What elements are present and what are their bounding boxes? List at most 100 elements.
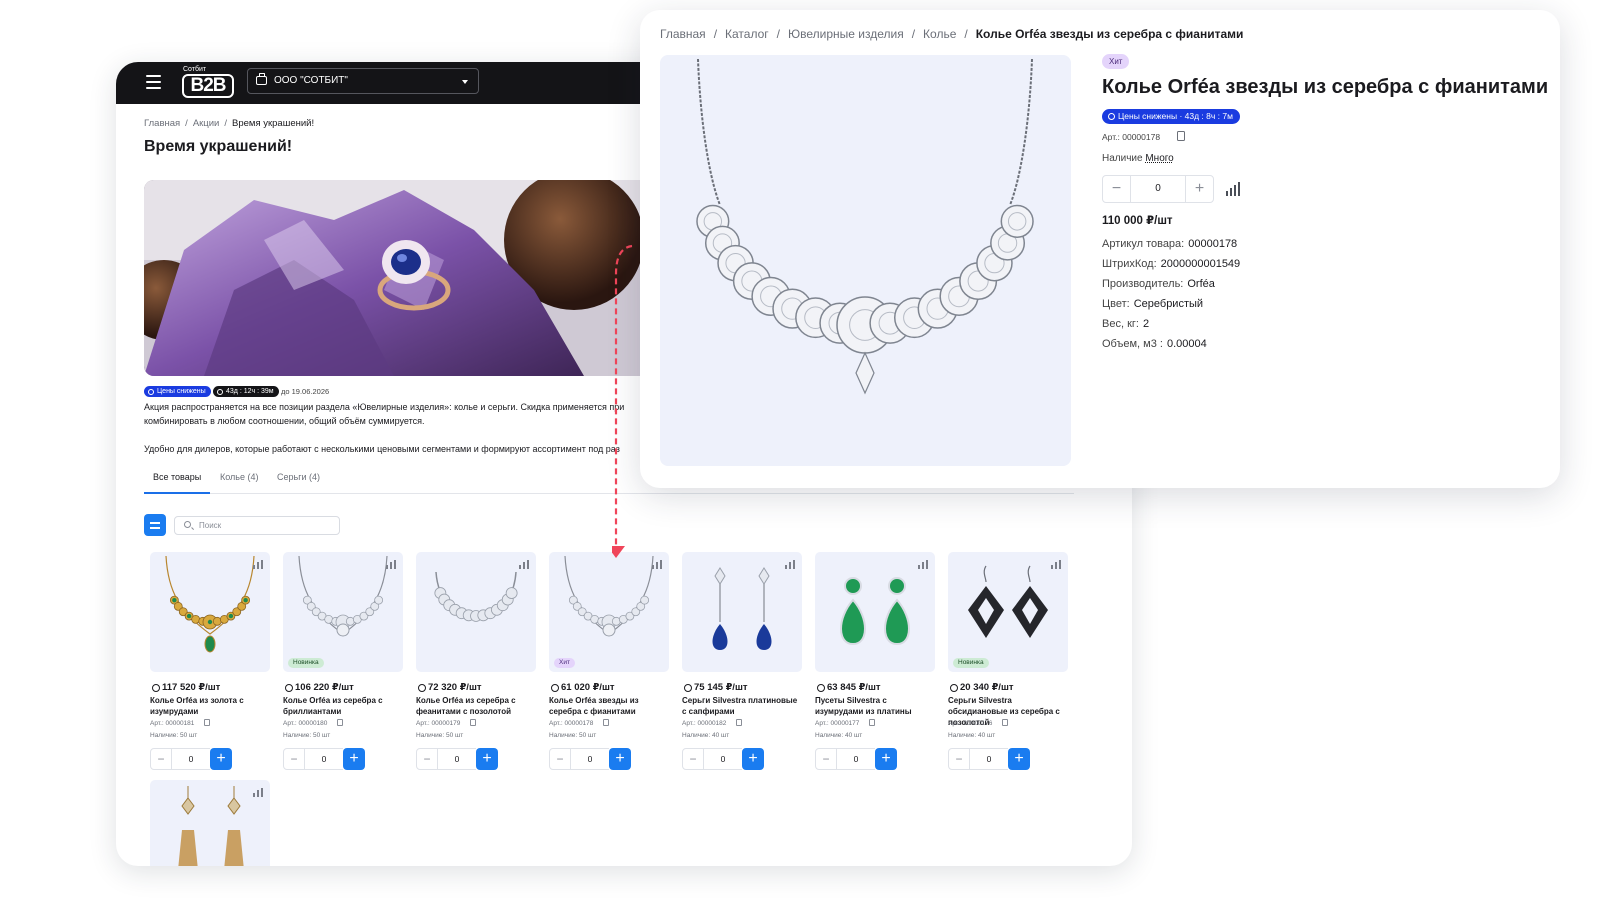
tab-earrings[interactable]: Серьги (4)	[277, 472, 320, 494]
product-stock: Наличие: 50 шт	[283, 732, 331, 739]
property-value: Серебристый	[1133, 298, 1204, 310]
plus-button[interactable]: +	[1008, 748, 1030, 770]
minus-button[interactable]: −	[283, 748, 305, 770]
product-image[interactable]: Новинка	[283, 552, 403, 672]
product-main-image[interactable]	[660, 55, 1071, 466]
product-article: Арт.: 00000181	[150, 720, 195, 727]
product-article: Арт.: 00000176	[948, 720, 993, 727]
quantity-stepper: − 0 +	[682, 748, 764, 770]
breadcrumb-link-jewelry[interactable]: Ювелирные изделия	[788, 27, 904, 41]
compare-icon[interactable]	[918, 560, 928, 569]
plus-button[interactable]: +	[343, 748, 365, 770]
product-card: 72 320 ₽/шт Колье Orféa из серебра с феа…	[416, 552, 536, 782]
breadcrumb-link-necklaces[interactable]: Колье	[923, 27, 956, 41]
promo-description: Акция распространяется на все позиции ра…	[144, 400, 644, 428]
minus-button[interactable]: −	[1102, 175, 1131, 203]
copy-icon[interactable]	[736, 719, 742, 726]
product-article: Арт.: 00000182	[682, 720, 727, 727]
product-image[interactable]	[815, 552, 935, 672]
tab-necklaces[interactable]: Колье (4)	[220, 472, 259, 494]
compare-icon[interactable]	[1051, 560, 1061, 569]
product-image[interactable]	[150, 780, 270, 866]
compare-icon[interactable]	[1226, 182, 1241, 196]
product-price: 72 320 ₽/шт	[416, 682, 482, 693]
quantity-input[interactable]: 0	[172, 748, 210, 770]
compare-icon[interactable]	[253, 788, 263, 797]
tab-all[interactable]: Все товары	[144, 472, 211, 494]
search-input[interactable]: Поиск	[174, 516, 340, 535]
copy-icon[interactable]	[869, 719, 875, 726]
property-value: 00000178	[1188, 238, 1238, 250]
plus-button[interactable]: +	[476, 748, 498, 770]
quantity-input[interactable]: 0	[837, 748, 875, 770]
breadcrumb-current: Время украшений!	[232, 118, 315, 129]
product-stock: Наличие: 50 шт	[150, 732, 198, 739]
stock-info: Наличие Много	[1102, 153, 1174, 164]
breadcrumb-link-home[interactable]: Главная	[660, 27, 706, 41]
product-card: 63 845 ₽/шт Пусеты Silvestra с изумрудам…	[815, 552, 935, 782]
copy-icon[interactable]	[470, 719, 476, 726]
company-select[interactable]: ООО "СОТБИТ"	[247, 68, 479, 94]
plus-button[interactable]: +	[609, 748, 631, 770]
filter-button[interactable]	[144, 514, 166, 536]
quantity-input[interactable]: 0	[438, 748, 476, 770]
copy-icon[interactable]	[603, 719, 609, 726]
plus-button[interactable]: +	[1185, 175, 1214, 203]
property-value: Orféa	[1187, 278, 1215, 290]
product-name[interactable]: Колье Orféa из золота с изумрудами	[150, 695, 270, 717]
copy-icon[interactable]	[337, 719, 343, 726]
quantity-input[interactable]: 0	[1131, 175, 1185, 203]
plus-button[interactable]: +	[742, 748, 764, 770]
copy-icon[interactable]	[1177, 131, 1185, 141]
minus-button[interactable]: −	[416, 748, 438, 770]
compare-icon[interactable]	[253, 560, 263, 569]
plus-button[interactable]: +	[210, 748, 232, 770]
product-stock: Наличие: 50 шт	[549, 732, 597, 739]
product-name[interactable]: Колье Orféa из серебра с феанитами с поз…	[416, 695, 536, 717]
copy-icon[interactable]	[1002, 719, 1008, 726]
product-image[interactable]: Новинка	[948, 552, 1068, 672]
product-property: Объем, м3 :0.00004	[1102, 338, 1207, 350]
product-name[interactable]: Колье Orféa из серебра с бриллиантами	[283, 695, 403, 717]
logo-big-text: B2B	[182, 74, 234, 98]
sale-badge: Цены снижены	[144, 386, 211, 397]
plus-button[interactable]: +	[875, 748, 897, 770]
quantity-stepper: − 0 +	[948, 748, 1030, 770]
timer-badge: 43д : 12ч : 39м	[213, 386, 279, 397]
quantity-input[interactable]: 0	[571, 748, 609, 770]
minus-button[interactable]: −	[682, 748, 704, 770]
compare-icon[interactable]	[652, 560, 662, 569]
compare-icon[interactable]	[785, 560, 795, 569]
product-name[interactable]: Колье Orféa звезды из серебра с фианитам…	[549, 695, 669, 717]
product-image[interactable]	[416, 552, 536, 672]
quantity-stepper: − 0 +	[283, 748, 365, 770]
minus-button[interactable]: −	[549, 748, 571, 770]
quantity-input[interactable]: 0	[305, 748, 343, 770]
logo[interactable]: Сотбит B2B	[182, 66, 236, 100]
quantity-input[interactable]: 0	[704, 748, 742, 770]
product-image[interactable]	[150, 552, 270, 672]
quantity-stepper: − 0 +	[1102, 175, 1214, 203]
breadcrumb-link-home[interactable]: Главная	[144, 118, 180, 129]
minus-button[interactable]: −	[948, 748, 970, 770]
product-name[interactable]: Серьги Silvestra платиновые с сапфирами	[682, 695, 802, 717]
search-icon	[184, 521, 191, 528]
product-stock: Наличие: 50 шт	[416, 732, 464, 739]
minus-button[interactable]: −	[815, 748, 837, 770]
product-image[interactable]	[682, 552, 802, 672]
page-title: Время украшений!	[144, 138, 293, 155]
compare-icon[interactable]	[519, 560, 529, 569]
menu-icon[interactable]	[146, 75, 161, 89]
product-image[interactable]: Хит	[549, 552, 669, 672]
copy-icon[interactable]	[204, 719, 210, 726]
property-key: Объем, м3 :	[1102, 338, 1163, 350]
stock-value[interactable]: Много	[1145, 153, 1173, 164]
breadcrumb-link-promos[interactable]: Акции	[193, 118, 220, 129]
product-name[interactable]: Пусеты Silvestra с изумрудами из платины	[815, 695, 935, 717]
product-article: Арт.: 00000180	[283, 720, 328, 727]
compare-icon[interactable]	[386, 560, 396, 569]
minus-button[interactable]: −	[150, 748, 172, 770]
breadcrumb-link-catalog[interactable]: Каталог	[725, 27, 769, 41]
product-card: 117 520 ₽/шт Колье Orféa из золота с изу…	[150, 552, 270, 782]
quantity-input[interactable]: 0	[970, 748, 1008, 770]
